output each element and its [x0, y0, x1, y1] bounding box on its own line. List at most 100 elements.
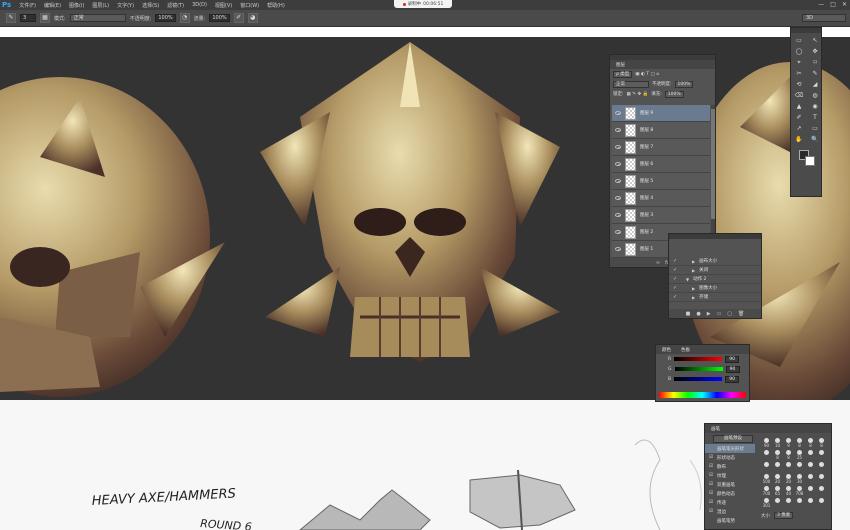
brush-option[interactable]: 画笔笔势 — [705, 516, 755, 525]
brush-tip[interactable] — [805, 462, 816, 474]
action-check-icon[interactable]: ✓ — [673, 285, 678, 291]
marquee-tool-icon[interactable]: ▭ — [792, 36, 806, 46]
menu-filter[interactable]: 滤镜(T) — [167, 2, 184, 9]
brush-option[interactable]: ☑ 湿边 — [705, 507, 755, 516]
flow-field[interactable]: 100% — [209, 14, 230, 22]
brush-panel-toggle-icon[interactable]: ▦ — [40, 13, 50, 23]
menu-type[interactable]: 文字(Y) — [117, 2, 134, 9]
visibility-eye-icon[interactable] — [615, 162, 621, 166]
lock-icons[interactable]: ▦ ✎ ✥ 🔒 — [627, 92, 649, 97]
brush-option-check-icon[interactable]: ☑ — [709, 482, 714, 487]
visibility-eye-icon[interactable] — [615, 213, 621, 217]
brush-tip[interactable] — [816, 450, 827, 462]
brush-tip[interactable] — [772, 462, 783, 474]
visibility-eye-icon[interactable] — [615, 179, 621, 183]
brush-tip[interactable]: 8 — [816, 438, 827, 450]
brush-tip[interactable] — [805, 450, 816, 462]
brush-option-check-icon[interactable]: ☑ — [709, 491, 714, 496]
layer-row[interactable]: 图层 8 — [612, 122, 710, 139]
blur-tool-icon[interactable]: ▲ — [792, 102, 806, 112]
maximize-icon[interactable]: □ — [830, 1, 836, 8]
history-brush-tool-icon[interactable]: ⟲ — [792, 80, 806, 90]
shape-tool-icon[interactable]: ▭ — [808, 124, 822, 134]
brush-option-check-icon[interactable]: ☑ — [709, 455, 714, 460]
menu-image[interactable]: 图像(I) — [69, 2, 84, 9]
pressure-opacity-icon[interactable]: ◔ — [179, 13, 190, 23]
menu-help[interactable]: 帮助(H) — [267, 2, 285, 9]
close-icon[interactable]: ✕ — [842, 1, 847, 8]
brush-option[interactable]: 画笔笔尖形状 — [705, 444, 755, 453]
quick-select-tool-icon[interactable]: ✥ — [808, 47, 822, 57]
pen-tool-icon[interactable]: ✐ — [792, 113, 806, 123]
brush-option[interactable]: ☑ 散布 — [705, 462, 755, 471]
brush-size-value[interactable]: 3 像素 — [774, 512, 794, 519]
visibility-eye-icon[interactable] — [615, 145, 621, 149]
menu-view[interactable]: 视图(V) — [215, 2, 232, 9]
delete-action-icon[interactable]: 🗑 — [738, 311, 744, 317]
brush-tip[interactable] — [772, 498, 783, 510]
action-check-icon[interactable]: ✓ — [673, 294, 678, 300]
brush-tip[interactable] — [761, 450, 772, 462]
brush-tip[interactable] — [783, 462, 794, 474]
layer-filter-select[interactable]: ρ 类型 — [613, 70, 633, 78]
blend-mode-select[interactable]: 正常 — [613, 80, 649, 88]
visibility-eye-icon[interactable] — [615, 247, 621, 251]
blue-slider[interactable] — [674, 377, 723, 381]
opacity-field[interactable]: 100% — [155, 14, 176, 22]
tab-swatches[interactable]: 色板 — [678, 347, 693, 353]
brush-option[interactable]: ☑ 形状动态 — [705, 453, 755, 462]
menu-window[interactable]: 窗口(W) — [240, 2, 259, 9]
brush-presets-button[interactable]: 画笔预设 — [713, 435, 753, 443]
move-tool-icon[interactable]: ↖ — [808, 36, 822, 46]
new-set-icon[interactable]: ▭ — [717, 311, 722, 317]
collapse-triangle-icon[interactable]: ▼ — [686, 277, 689, 282]
brush-tip[interactable]: 20 — [783, 474, 794, 486]
layer-row[interactable]: 图层 7 — [612, 139, 710, 156]
brush-tip[interactable]: 8 — [772, 450, 783, 462]
color-spectrum-bar[interactable] — [659, 392, 746, 398]
action-row[interactable]: ✓ ▶ 关闭 — [669, 266, 761, 275]
red-value-field[interactable]: 90 — [725, 355, 740, 363]
green-value-field[interactable]: 90 — [725, 365, 740, 373]
record-icon[interactable]: ● — [696, 311, 700, 317]
mode-select[interactable]: 正常 — [69, 14, 126, 22]
brush-tip[interactable] — [816, 498, 827, 510]
brush-tool-icon[interactable]: ✎ — [6, 13, 16, 23]
menu-file[interactable]: 文件(F) — [19, 2, 36, 9]
stop-icon[interactable]: ■ — [686, 311, 691, 317]
pressure-size-icon[interactable]: ◕ — [247, 13, 258, 23]
brush-option[interactable]: ☑ 传递 — [705, 498, 755, 507]
brush-tip[interactable]: 301 — [761, 498, 772, 510]
brush-option-check-icon[interactable]: ☑ — [709, 509, 714, 514]
minimize-icon[interactable]: — — [818, 1, 824, 8]
lasso-tool-icon[interactable]: ◯ — [792, 47, 806, 57]
expand-triangle-icon[interactable]: ▶ — [692, 268, 695, 273]
layer-row[interactable]: 图层 4 — [612, 190, 710, 207]
brush-tip[interactable] — [805, 474, 816, 486]
menu-edit[interactable]: 编辑(E) — [44, 2, 61, 9]
brush-tip[interactable]: 9 — [783, 438, 794, 450]
brush-tip[interactable]: 8 — [783, 450, 794, 462]
action-check-icon[interactable]: ✓ — [673, 276, 678, 282]
tab-layers[interactable]: 图层 — [613, 62, 628, 68]
visibility-eye-icon[interactable] — [615, 196, 621, 200]
brush-tip[interactable]: 90 — [761, 438, 772, 450]
brush-tip[interactable]: 65 — [772, 486, 783, 498]
brush-tip[interactable]: 8 — [805, 438, 816, 450]
gradient-tool-icon[interactable]: ◍ — [808, 91, 822, 101]
visibility-eye-icon[interactable] — [615, 230, 621, 234]
action-check-icon[interactable]: ✓ — [673, 267, 678, 273]
play-icon[interactable]: ▶ — [707, 311, 711, 317]
link-layers-icon[interactable]: ∞ — [656, 260, 660, 266]
brush-tip[interactable] — [816, 462, 827, 474]
new-action-icon[interactable]: ▢ — [727, 311, 732, 317]
brush-tip[interactable] — [816, 486, 827, 498]
action-row[interactable]: ✓ ▼ 动作 2 — [669, 275, 761, 284]
brush-size-field[interactable]: 3 — [20, 14, 36, 22]
action-row[interactable]: ✓ ▶ 存储 — [669, 293, 761, 302]
brush-tip[interactable] — [783, 498, 794, 510]
brush-tip[interactable]: 10 — [772, 438, 783, 450]
healing-tool-icon[interactable]: ✂ — [792, 69, 806, 79]
brush-tool-icon[interactable]: ✎ — [808, 69, 822, 79]
eraser-tool-icon[interactable]: ⌫ — [792, 91, 806, 101]
